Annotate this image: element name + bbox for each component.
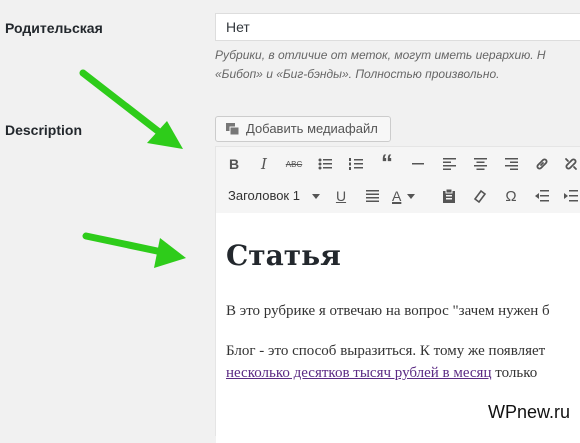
justify-button[interactable]: [361, 185, 383, 207]
align-right-icon: [504, 158, 518, 170]
indent-button[interactable]: [560, 185, 580, 207]
watermark: WPnew.ru: [487, 402, 570, 422]
annotation-arrow-icon: [79, 69, 183, 149]
chevron-down-icon: [312, 194, 320, 199]
align-center-button[interactable]: [469, 153, 491, 175]
paste-text-button[interactable]: [438, 185, 460, 207]
unlink-icon: [565, 158, 577, 170]
content-heading: Статья: [226, 239, 341, 272]
parent-select[interactable]: Нет: [215, 13, 580, 41]
indent-icon: [564, 190, 578, 202]
content-paragraph-3-rest: только: [491, 365, 538, 381]
add-media-button[interactable]: Добавить медиафайл: [215, 116, 391, 142]
eraser-icon: [473, 189, 487, 203]
text-color-button[interactable]: A: [392, 185, 422, 207]
bullet-list-button[interactable]: [314, 153, 336, 175]
content-paragraph-3: несколько десятков тысяч рублей в месяц …: [226, 365, 537, 382]
justify-icon: [365, 190, 379, 202]
parent-hint-line1: Рубрики, в отличие от меток, могут иметь…: [215, 48, 546, 62]
add-media-label: Добавить медиафайл: [246, 121, 378, 136]
content-paragraph-1: В это рубрике я отвечаю на вопрос "зачем…: [226, 303, 550, 319]
align-left-icon: [442, 158, 456, 170]
text-color-icon: A: [392, 188, 402, 204]
numbered-list-button[interactable]: [345, 153, 367, 175]
unlink-button[interactable]: [560, 153, 580, 175]
bold-button[interactable]: B: [223, 153, 245, 175]
link-button[interactable]: [531, 153, 553, 175]
description-editor: B I ABC “ Заголовок 1 U A Ω Статья В это…: [215, 146, 580, 443]
italic-button[interactable]: I: [253, 153, 275, 175]
parent-label: Родительская: [5, 20, 103, 36]
horizontal-line-icon: [412, 163, 424, 165]
strikethrough-button[interactable]: ABC: [283, 153, 305, 175]
clear-formatting-button[interactable]: [469, 185, 491, 207]
blockquote-button[interactable]: “: [376, 150, 398, 177]
align-right-button[interactable]: [500, 153, 522, 175]
align-left-button[interactable]: [438, 153, 460, 175]
align-center-icon: [473, 158, 487, 170]
format-select-value: Заголовок 1: [228, 188, 300, 203]
special-character-button[interactable]: Ω: [500, 185, 522, 207]
parent-hint: Рубрики, в отличие от меток, могут иметь…: [215, 46, 580, 84]
editor-toolbar: B I ABC “ Заголовок 1 U A Ω: [216, 147, 580, 214]
media-icon: [226, 119, 240, 136]
numbered-list-icon: [349, 158, 363, 170]
outdent-button[interactable]: [531, 185, 553, 207]
clipboard-icon: [443, 189, 455, 203]
outdent-icon: [535, 190, 549, 202]
bullet-list-icon: [318, 158, 332, 170]
link-icon: [536, 158, 548, 170]
format-select[interactable]: Заголовок 1: [222, 185, 326, 207]
content-link[interactable]: несколько десятков тысяч рублей в месяц: [226, 365, 492, 381]
content-paragraph-2: Блог - это способ выразиться. К тому же …: [226, 343, 546, 359]
parent-hint-line2: «Бибоп» и «Биг-бэнды». Полностью произво…: [215, 67, 500, 81]
horizontal-line-button[interactable]: [407, 153, 429, 175]
underline-button[interactable]: U: [330, 185, 352, 207]
description-label: Description: [5, 122, 83, 138]
chevron-down-icon: [407, 193, 416, 199]
annotation-arrow-icon: [82, 232, 186, 268]
